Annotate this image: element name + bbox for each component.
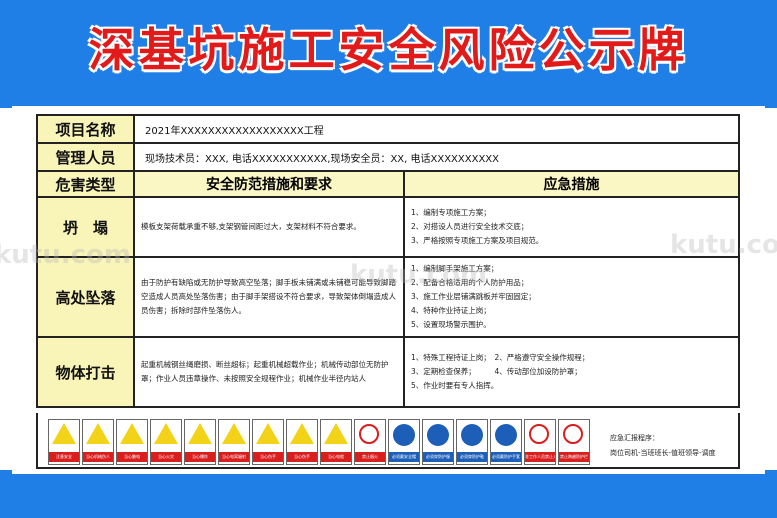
warning-electric2-icon [324,423,348,447]
sign-caption: 当心火灾 [151,452,181,462]
sign-caption: 注意安全 [49,452,79,462]
safety-sign: 当心伤手 [252,419,284,465]
header-emergency: 应急措施 [403,170,740,198]
watermark: kutu.com [670,230,777,260]
manager-label: 管理人员 [36,142,135,172]
sign-caption: 禁止烟火 [355,452,385,462]
safety-sign: 当心触电 [116,419,148,465]
safety-sign: 必须穿防护服 [422,419,454,465]
safety-sign: 必须戴防护手套 [490,419,522,465]
protective-clothing-icon [426,423,450,447]
warning-explosion-icon [188,423,212,447]
safety-sign: 当心爆炸 [184,419,216,465]
protective-gloves-icon [494,423,518,447]
safety-signs-strip: 注意安全 当心机械伤人 当心触电 当心火灾 当心爆炸 当心电离辐射 当心伤手 当心伤手 当心电缆… [36,413,740,469]
watermark: kutu.com [0,240,131,270]
protective-shoes-icon [460,423,484,447]
header-type: 危害类型 [36,170,135,198]
sign-caption: 必须穿防护鞋 [457,452,487,462]
no-climb-icon [562,423,586,447]
project-value: 2021年XXXXXXXXXXXXXXXXXX工程 [133,114,740,144]
warning-electric-icon [120,423,144,447]
safety-sign: 当心机械伤人 [82,419,114,465]
project-label: 项目名称 [36,114,135,144]
safety-sign: 禁止跨越防护栏 [558,419,590,465]
emergency-note-chain: 岗位司机-当班班长-值班领导-调度 [610,449,716,457]
warning-radiation-icon [222,423,246,447]
safety-sign: 必须穿防护鞋 [456,419,488,465]
safety-sign: 当心火灾 [150,419,182,465]
sign-caption: 必须戴安全帽 [389,452,419,462]
sign-caption: 当心触电 [117,452,147,462]
safety-sign: 注意安全 [48,419,80,465]
helmet-icon [392,423,416,447]
header-measures: 安全防范措施和要求 [133,170,405,198]
bottom-banner [0,470,777,518]
safety-sign: 非工作人员禁止入内 [524,419,556,465]
manager-value: 现场技术员：XXX, 电话XXXXXXXXXXX,现场安全员：XX, 电话XXX… [133,142,740,172]
row-emergency: 1、特殊工程持证上岗； 2、严格遵守安全操作规程； 3、定期检查保养； 4、传动… [403,336,740,408]
warning-general-icon [52,423,76,447]
safety-sign: 必须戴安全帽 [388,419,420,465]
sign-caption: 必须穿防护服 [423,452,453,462]
row-type: 物体打击 [36,336,135,408]
no-smoking-icon [358,423,382,447]
sign-caption: 当心机械伤人 [83,452,113,462]
emergency-note-title: 应急汇报程序： [610,434,659,442]
row-measures: 起重机械钢丝绳磨损、断丝超标；起重机械超载作业；机械传动部位无防护罩；作业人员违… [133,336,405,408]
page-title: 深基坑施工安全风险公示牌 [88,23,689,77]
safety-sign: 当心伤手 [286,419,318,465]
warning-fire-icon [154,423,178,447]
sign-caption: 当心伤手 [253,452,283,462]
warning-hand-icon [290,423,314,447]
sign-caption: 当心电离辐射 [219,452,249,462]
sign-caption: 当心电缆 [321,452,351,462]
row-measures: 模板支架荷载承重不够,支架钢管间距过大，支架材料不符合要求。 [133,196,405,258]
warning-machine-injury-icon [86,423,110,447]
sign-caption: 当心伤手 [287,452,317,462]
warning-injury-icon [256,423,280,447]
sign-caption: 非工作人员禁止入内 [525,452,555,462]
watermark: kutu.com [350,260,487,290]
safety-sign: 当心电离辐射 [218,419,250,465]
sign-caption: 必须戴防护手套 [491,452,521,462]
no-entry-icon [528,423,552,447]
safety-sign: 当心电缆 [320,419,352,465]
safety-sign: 禁止烟火 [354,419,386,465]
sign-caption: 禁止跨越防护栏 [559,452,589,462]
sign-caption: 当心爆炸 [185,452,215,462]
emergency-note: 应急汇报程序： 岗位司机-当班班长-值班领导-调度 [610,431,716,461]
